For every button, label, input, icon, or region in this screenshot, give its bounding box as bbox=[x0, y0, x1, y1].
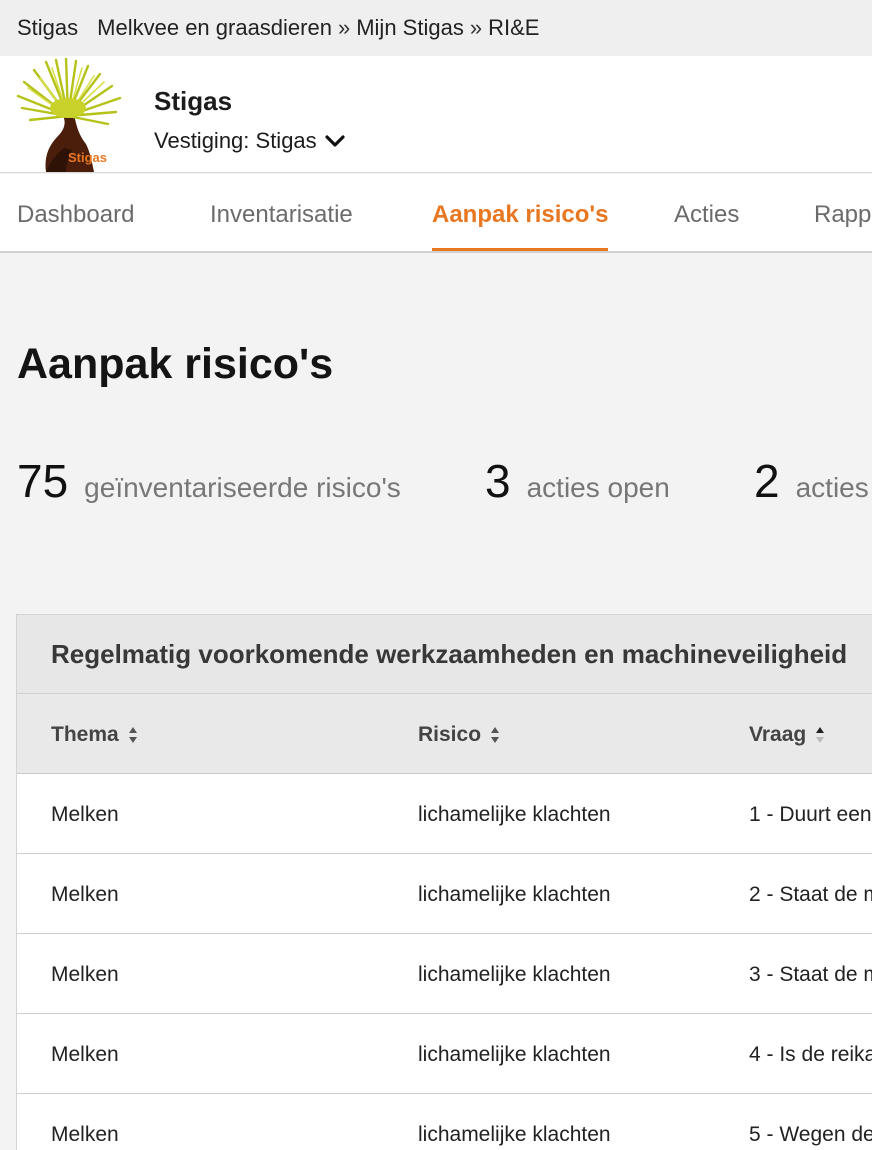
cell-risico: lichamelijke klachten bbox=[418, 963, 611, 986]
tab-dashboard[interactable]: Dashboard bbox=[17, 174, 134, 251]
organization-name: Stigas bbox=[154, 86, 233, 116]
column-header-risico[interactable]: Risico bbox=[418, 694, 501, 776]
cell-vraag: 4 - Is de reika bbox=[749, 1043, 872, 1066]
table-row[interactable]: Melken lichamelijke klachten 5 - Wegen d… bbox=[17, 1094, 872, 1150]
table-title: Regelmatig voorkomende werkzaamheden en … bbox=[17, 615, 872, 694]
vestiging-dropdown[interactable]: Vestiging: Stigas bbox=[154, 128, 345, 154]
cell-thema: Melken bbox=[51, 963, 119, 986]
table-header-row: Thema Risico Vraag bbox=[17, 694, 872, 774]
breadcrumb-item-mijn-stigas[interactable]: Mijn Stigas bbox=[356, 15, 464, 41]
stigas-logo[interactable]: Stigas bbox=[16, 58, 122, 172]
cell-risico: lichamelijke klachten bbox=[418, 1043, 611, 1066]
stat-risks: 75 geïnventariseerde risico's bbox=[17, 454, 401, 508]
stat-actions: 2 acties bbox=[754, 454, 869, 508]
top-bar: Stigas Melkvee en graasdieren » Mijn Sti… bbox=[0, 0, 872, 56]
cell-vraag: 1 - Duurt een bbox=[749, 803, 872, 826]
page-title: Aanpak risico's bbox=[17, 340, 334, 388]
cell-thema: Melken bbox=[51, 883, 119, 906]
cell-thema: Melken bbox=[51, 803, 119, 826]
main-tabs: Dashboard Inventarisatie Aanpak risico's… bbox=[0, 174, 872, 253]
brand-link[interactable]: Stigas bbox=[17, 15, 78, 41]
chevron-down-icon bbox=[325, 135, 345, 147]
logo-text: Stigas bbox=[68, 150, 107, 165]
tab-acties[interactable]: Acties bbox=[674, 174, 739, 251]
table-row[interactable]: Melken lichamelijke klachten 3 - Staat d… bbox=[17, 934, 872, 1014]
sort-icon bbox=[128, 727, 137, 743]
tab-rapportage[interactable]: Rapp bbox=[814, 174, 871, 251]
tab-aanpak-risicos[interactable]: Aanpak risico's bbox=[432, 174, 609, 251]
stat-label: geïnventariseerde risico's bbox=[84, 472, 401, 503]
stat-label: acties open bbox=[526, 472, 670, 503]
column-header-thema[interactable]: Thema bbox=[51, 694, 139, 776]
table-row[interactable]: Melken lichamelijke klachten 4 - Is de r… bbox=[17, 1014, 872, 1094]
page-header: Stigas Stigas Vestiging: Stigas bbox=[0, 56, 872, 173]
risk-table-card: Regelmatig voorkomende werkzaamheden en … bbox=[16, 614, 872, 1150]
cell-thema: Melken bbox=[51, 1123, 119, 1146]
breadcrumb-separator: » bbox=[469, 15, 483, 40]
column-header-label: Risico bbox=[418, 723, 482, 746]
cell-thema: Melken bbox=[51, 1043, 119, 1066]
stat-value: 2 bbox=[754, 455, 780, 507]
column-header-vraag[interactable]: Vraag bbox=[749, 694, 826, 776]
stat-value: 3 bbox=[485, 455, 511, 507]
breadcrumb-separator: » bbox=[337, 15, 351, 40]
stat-label: acties bbox=[795, 472, 869, 503]
sort-icon bbox=[491, 727, 500, 743]
table-row[interactable]: Melken lichamelijke klachten 2 - Staat d… bbox=[17, 854, 872, 934]
cell-risico: lichamelijke klachten bbox=[418, 803, 611, 826]
cell-vraag: 5 - Wegen de bbox=[749, 1123, 872, 1146]
stat-open-actions: 3 acties open bbox=[485, 454, 670, 508]
sort-ascending-icon bbox=[816, 727, 825, 743]
vestiging-label: Vestiging: Stigas bbox=[154, 128, 317, 153]
column-header-label: Vraag bbox=[749, 723, 807, 746]
table-row[interactable]: Melken lichamelijke klachten 1 - Duurt e… bbox=[17, 774, 872, 854]
breadcrumb-item-melkvee[interactable]: Melkvee en graasdieren bbox=[97, 15, 332, 41]
cell-vraag: 3 - Staat de m bbox=[749, 963, 872, 986]
stat-value: 75 bbox=[17, 455, 69, 507]
tab-inventarisatie[interactable]: Inventarisatie bbox=[210, 174, 353, 251]
breadcrumb-item-rie[interactable]: RI&E bbox=[488, 15, 539, 41]
cell-risico: lichamelijke klachten bbox=[418, 1123, 611, 1146]
column-header-label: Thema bbox=[51, 723, 119, 746]
cell-risico: lichamelijke klachten bbox=[418, 883, 611, 906]
cell-vraag: 2 - Staat de m bbox=[749, 883, 872, 906]
